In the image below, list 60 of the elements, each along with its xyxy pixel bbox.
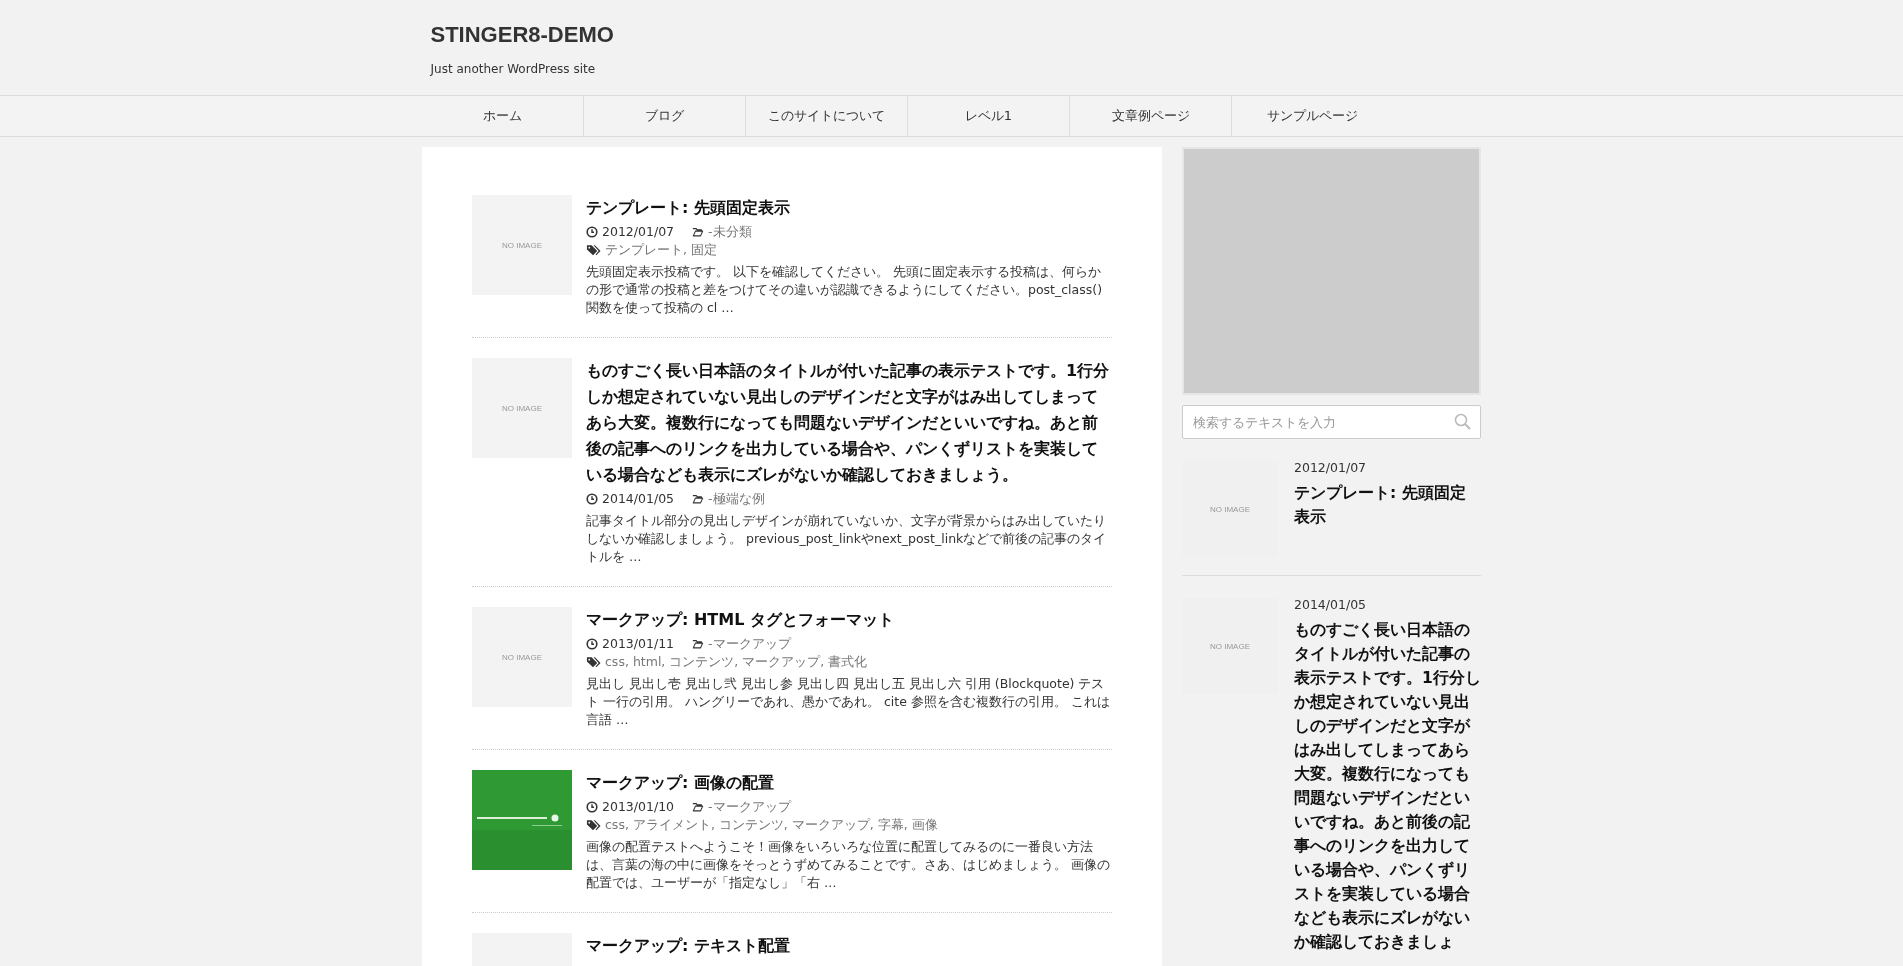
site-tagline: Just another WordPress site bbox=[430, 62, 596, 76]
no-image-label: NO IMAGE bbox=[502, 403, 542, 413]
nav-item[interactable]: ホーム bbox=[422, 96, 584, 136]
search-field[interactable]: 検索するテキストを入力 bbox=[1182, 405, 1481, 439]
tag-link[interactable]: css, bbox=[605, 653, 629, 671]
tags-icon bbox=[586, 819, 601, 831]
post-date: 2014/01/05 bbox=[602, 490, 675, 508]
nav-item[interactable]: レベル1 bbox=[908, 96, 1070, 136]
category-link[interactable]: -極端な例 bbox=[708, 490, 765, 508]
folder-icon bbox=[692, 226, 705, 238]
post-date: 2012/01/07 bbox=[602, 223, 675, 241]
tag-link[interactable]: css, bbox=[605, 816, 629, 834]
category-link[interactable]: -未分類 bbox=[708, 223, 752, 241]
post-date: 2013/01/10 bbox=[602, 798, 675, 816]
post-title[interactable]: ものすごく長い日本語のタイトルが付いた記事の表示テストです。1行分しか想定されていない見出しのデザインだと文字がはみ出してしまってあら大変。複数行になっても問題ないデザインだといいですね。あと前後の記事へのリンクを出力している場合や、パンくずリストを実装している場合なども表示にズレがないか確認しておきましょう。 bbox=[586, 358, 1112, 488]
post-title[interactable]: テンプレート: 先頭固定表示 bbox=[1294, 481, 1481, 529]
tag-link[interactable]: コンテンツ, bbox=[669, 653, 739, 671]
no-image-label: NO IMAGE bbox=[1210, 504, 1250, 514]
no-image-label: NO IMAGE bbox=[502, 240, 542, 250]
category-link[interactable]: -マークアップ bbox=[708, 798, 791, 816]
nav-item[interactable]: 文章例ページ bbox=[1070, 96, 1232, 136]
tag-link[interactable]: 固定 bbox=[691, 241, 717, 259]
category-link[interactable]: -マークアップ bbox=[708, 635, 791, 653]
clock-icon bbox=[586, 801, 598, 813]
post-date: 2012/01/07 bbox=[1294, 459, 1368, 477]
post-excerpt: 記事タイトル部分の見出しデザインが崩れていないか、文字が背景からはみ出していたりしないか確認しましょう。 previous_post_linkやnext_post_linkなどで前後の記事のタイトルを … bbox=[586, 512, 1108, 566]
post-excerpt: 先頭固定表示投稿です。 以下を確認してください。 先頭に固定表示する投稿は、何らかの形で通常の投稿と差をつけてその違いが認識できるようにしてください。post_class() 関数を使って投稿の cl … bbox=[586, 263, 1104, 317]
post-title[interactable]: ものすごく長い日本語のタイトルが付いた記事の表示テストです。1行分しか想定されていない見出しのデザインだと文字がはみ出してしまってあら大変。複数行になっても問題ないデザインだといいですね。あと前後の記事へのリンクを出力している場合や、パンくずリストを実装している場合なども表示にズレがないか確認しておきましょ bbox=[1294, 618, 1481, 954]
no-image-label: NO IMAGE bbox=[502, 652, 542, 662]
tags-icon bbox=[586, 656, 601, 668]
folder-icon bbox=[692, 801, 705, 813]
tag-link[interactable]: 書式化 bbox=[828, 653, 868, 671]
tag-link[interactable]: アライメント, bbox=[632, 816, 715, 834]
tag-link[interactable]: マークアップ, bbox=[742, 653, 825, 671]
search-icon[interactable] bbox=[1454, 413, 1471, 430]
tag-link[interactable]: コンテンツ, bbox=[718, 816, 788, 834]
tag-link[interactable]: マークアップ, bbox=[791, 816, 874, 834]
nav-item[interactable]: サンプルページ bbox=[1232, 96, 1393, 136]
tag-link[interactable]: テンプレート, bbox=[605, 241, 687, 259]
post-date: 2013/01/11 bbox=[602, 635, 675, 653]
post-excerpt: 画像の配置テストへようこそ！画像をいろいろな位置に配置してみるのに一番良い方法は、言葉の海の中に画像をそっとうずめてみることです。さあ、はじめましょう。 画像の配置では、ユーザーが「指定なし」「右 … bbox=[586, 838, 1111, 892]
tag-link[interactable]: 字幕, bbox=[877, 816, 908, 834]
folder-icon bbox=[692, 493, 705, 505]
tags-icon bbox=[586, 244, 601, 256]
no-image-label: NO IMAGE bbox=[1210, 641, 1250, 651]
post-title[interactable]: テンプレート: 先頭固定表示 bbox=[586, 195, 1112, 221]
tag-link[interactable]: html, bbox=[632, 653, 666, 671]
post-title[interactable]: マークアップ: テキスト配置 bbox=[586, 933, 1112, 959]
post-title[interactable]: マークアップ: HTML タグとフォーマット bbox=[586, 607, 1112, 633]
post-excerpt: 見出し 見出し壱 見出し弐 見出し参 見出し四 見出し五 見出し六 引用 (Blockquote) テスト 一行の引用。 ハングリーであれ、愚かであれ。 cite 参照を含む複数行の引用。 これは言語 … bbox=[586, 675, 1111, 729]
clock-icon bbox=[586, 226, 598, 238]
post-date: 2014/01/05 bbox=[1294, 596, 1368, 614]
post-title[interactable]: マークアップ: 画像の配置 bbox=[586, 770, 1112, 796]
nav-item[interactable]: ブログ bbox=[584, 96, 746, 136]
folder-icon bbox=[692, 638, 705, 650]
nav-item[interactable]: このサイトについて bbox=[746, 96, 908, 136]
tag-link[interactable]: 画像 bbox=[911, 816, 938, 834]
clock-icon bbox=[586, 493, 598, 505]
clock-icon bbox=[586, 638, 598, 650]
site-title[interactable]: STINGER8-DEMO bbox=[430, 22, 614, 48]
